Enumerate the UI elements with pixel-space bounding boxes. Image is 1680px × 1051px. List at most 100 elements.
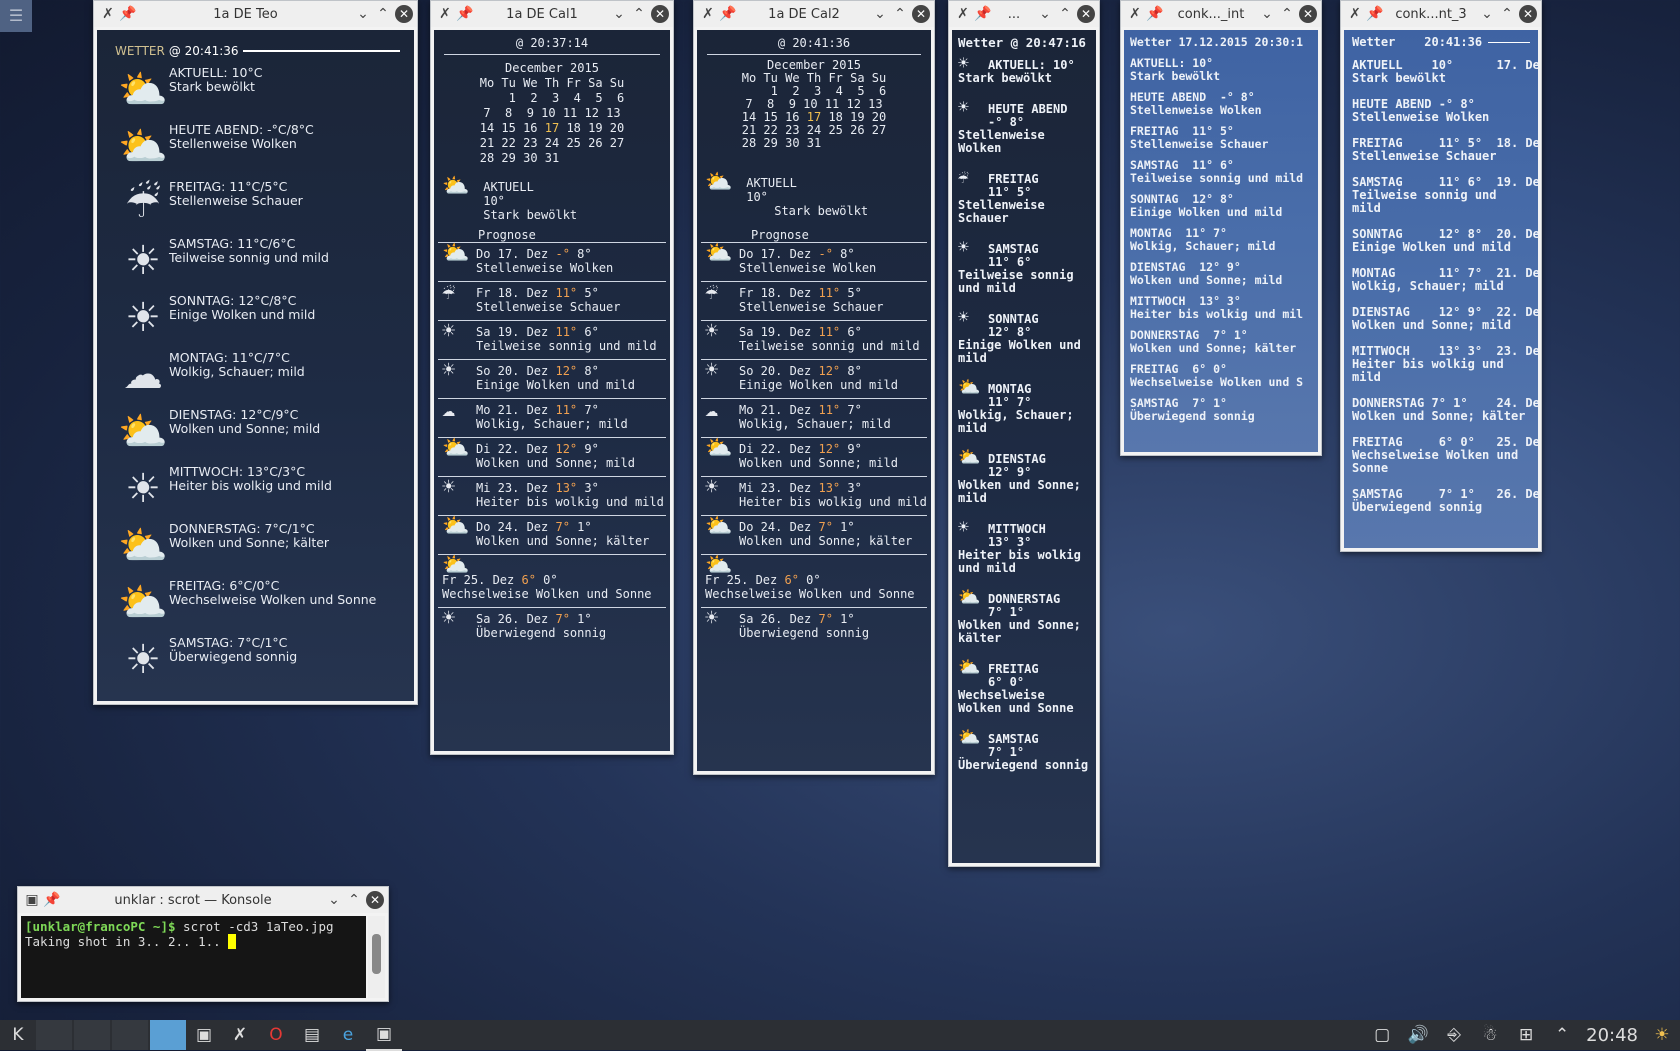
chevron-down-icon[interactable]: ⌄ <box>870 4 890 24</box>
window-title: 1a DE Teo <box>213 6 278 22</box>
scrollbar-thumb[interactable] <box>372 934 381 974</box>
chevron-up-icon[interactable]: ⌃ <box>373 4 393 24</box>
close-icon[interactable]: ✕ <box>1299 5 1317 23</box>
pin-icon[interactable]: 📌 <box>1145 4 1165 24</box>
calendar-grid: 1 2 3 4 5 67 8 9 10 11 12 13 14 15 16 17 … <box>438 91 666 166</box>
weather-icon: ☀ <box>958 237 969 258</box>
weather-icon[interactable]: ☀ <box>1644 1020 1680 1050</box>
calendar-week: 14 15 16 17 18 19 20 <box>479 121 625 135</box>
titlebar[interactable]: ✗ 📌 conk..._int ⌄ ⌃ ✕ <box>1121 1 1321 27</box>
forecast-high: 13° <box>555 481 578 495</box>
tools-icon[interactable]: ✗ <box>222 1020 258 1050</box>
konsole-task-icon[interactable]: ▣ <box>366 1019 402 1051</box>
document-icon[interactable]: ▤ <box>294 1020 330 1050</box>
pin-icon[interactable]: 📌 <box>1365 4 1385 24</box>
weather-icon: ☀ <box>442 475 456 500</box>
calendar-today: 17 <box>806 110 822 124</box>
close-icon[interactable]: ✕ <box>366 891 384 909</box>
terminal-icon[interactable]: ▣ <box>22 890 42 910</box>
ghost-icon[interactable]: ☃ <box>1472 1020 1508 1050</box>
forecast-low: 3° <box>584 481 599 495</box>
desktop-pager-4[interactable] <box>150 1020 186 1050</box>
forecast-day: MITTWOCH: 13°C/3°C <box>169 464 306 479</box>
chevron-down-icon[interactable]: ⌄ <box>1035 4 1055 24</box>
conky-app-icon[interactable]: ✗ <box>98 4 118 24</box>
chevron-down-icon[interactable]: ⌄ <box>1477 4 1497 24</box>
forecast-temps: 7° 1° <box>988 605 1025 619</box>
titlebar[interactable]: ✗ 📌 1a DE Cal2 ⌄ ⌃ ✕ <box>694 1 934 27</box>
forecast-row: FREITAG 11° 5° 18. Dez Stellenweise Schau… <box>1352 137 1538 163</box>
taskbar-clock[interactable]: 20:48 <box>1580 1025 1644 1046</box>
conky-app-icon[interactable]: ✗ <box>953 4 973 24</box>
window-1a-de-cal2: ✗ 📌 1a DE Cal2 ⌄ ⌃ ✕ @ 20:41:36 December… <box>693 0 935 775</box>
browser-icon[interactable]: e <box>330 1020 366 1050</box>
pin-icon[interactable]: 📌 <box>718 4 738 24</box>
forecast-low: 8° <box>577 247 592 261</box>
window-title: conk..._int <box>1177 6 1245 22</box>
titlebar[interactable]: ✗ 📌 1a DE Cal1 ⌄ ⌃ ✕ <box>431 1 673 27</box>
forecast-desc: Wechselweise Wolken und Sonne <box>958 688 1074 715</box>
kde-launcher-icon[interactable]: K <box>0 1020 36 1050</box>
pin-icon[interactable]: 📌 <box>455 4 475 24</box>
clipboard-icon[interactable]: ▢ <box>1364 1020 1400 1050</box>
desktop-menu-icon[interactable]: ☰ <box>0 0 32 32</box>
conky-app-icon[interactable]: ✗ <box>1125 4 1145 24</box>
desktop-pager-1[interactable] <box>36 1020 72 1050</box>
chevron-down-icon[interactable]: ⌄ <box>324 890 344 910</box>
desktop-pager-2[interactable] <box>74 1020 110 1050</box>
weather-icon: ☀ <box>958 53 969 74</box>
volume-icon[interactable]: 🔊 <box>1400 1020 1436 1050</box>
forecast-low: 8° <box>847 364 862 378</box>
opera-icon[interactable]: O <box>258 1020 294 1050</box>
forecast-line: Wolken und Sonne; mild <box>1130 273 1283 287</box>
usb-icon[interactable]: ⎆ <box>1436 1020 1472 1050</box>
chevron-up-icon[interactable]: ⌃ <box>344 890 364 910</box>
titlebar[interactable]: ✗ 📌 1a DE Teo ⌄ ⌃ ✕ <box>94 1 417 27</box>
weather-icon: ☀ <box>958 307 969 328</box>
forecast-desc: Stellenweise Schauer <box>169 193 303 208</box>
terminal-output[interactable]: [unklar@francoPC ~]$ scrot -cd3 1aTeo.jp… <box>21 916 366 998</box>
chevron-up-icon[interactable]: ⌃ <box>890 4 910 24</box>
prognose-label: Prognose <box>751 228 809 242</box>
network-icon[interactable]: ⊞ <box>1508 1020 1544 1050</box>
chevron-up-icon[interactable]: ⌃ <box>1277 4 1297 24</box>
chevron-down-icon[interactable]: ⌄ <box>609 4 629 24</box>
forecast-row: ☀ MITTWOCH 13° 3° Heiter bis wolkig und mil… <box>958 519 1090 575</box>
pin-icon[interactable]: 📌 <box>118 4 138 24</box>
chevron-down-icon[interactable]: ⌄ <box>1257 4 1277 24</box>
weather-icon: ⛅ <box>958 447 981 468</box>
desktop-pager-3[interactable] <box>112 1020 148 1050</box>
shell-prompt: [unklar@francoPC ~]$ <box>25 919 176 934</box>
pin-icon[interactable]: 📌 <box>973 4 993 24</box>
forecast-low: 7° <box>847 403 862 417</box>
forecast-desc: Teilweise sonnig und mild <box>169 250 329 265</box>
pin-icon[interactable]: 📌 <box>42 890 62 910</box>
titlebar[interactable]: ✗ 📌 conk...nt_3 ⌄ ⌃ ✕ <box>1341 1 1541 27</box>
scrollbar[interactable] <box>368 916 385 998</box>
weather-icon: ☀ <box>442 358 456 383</box>
forecast-row: ☁ Mo 21. Dez 11° 7° Wolkig, Schauer; mild <box>438 398 666 437</box>
close-icon[interactable]: ✕ <box>651 5 669 23</box>
forecast-text: Fr 25. Dez 6° 0° Wechselweise Wolken und … <box>442 573 652 601</box>
window-title: 1a DE Cal2 <box>768 6 840 22</box>
close-icon[interactable]: ✕ <box>912 5 930 23</box>
chevron-up-icon[interactable]: ⌃ <box>1497 4 1517 24</box>
conky-app-icon[interactable]: ✗ <box>435 4 455 24</box>
calendar-month: December 2015 <box>505 61 599 75</box>
titlebar[interactable]: ▣ 📌 unklar : scrot — Konsole ⌄ ⌃ ✕ <box>18 887 388 913</box>
forecast-day: DIENSTAG: 12°C/9°C <box>169 407 299 422</box>
current-weather: ⛅ AKTUELL 10° Stark bewölkt <box>438 176 666 228</box>
terminal-icon[interactable]: ▣ <box>186 1020 222 1050</box>
close-icon[interactable]: ✕ <box>1519 5 1537 23</box>
chevron-up-icon[interactable]: ⌃ <box>629 4 649 24</box>
conky-app-icon[interactable]: ✗ <box>698 4 718 24</box>
forecast-row: ☀ SAMSTAG: 11°C/6°C Teilweise sonnig und m… <box>97 235 414 292</box>
chevron-up-icon[interactable]: ⌃ <box>1055 4 1075 24</box>
close-icon[interactable]: ✕ <box>395 5 413 23</box>
titlebar[interactable]: ✗ 📌 ... ⌄ ⌃ ✕ <box>949 1 1099 27</box>
forecast-high: 13° <box>818 481 841 495</box>
close-icon[interactable]: ✕ <box>1077 5 1095 23</box>
conky-app-icon[interactable]: ✗ <box>1345 4 1365 24</box>
chevron-up-icon[interactable]: ⌃ <box>1544 1020 1580 1050</box>
chevron-down-icon[interactable]: ⌄ <box>353 4 373 24</box>
